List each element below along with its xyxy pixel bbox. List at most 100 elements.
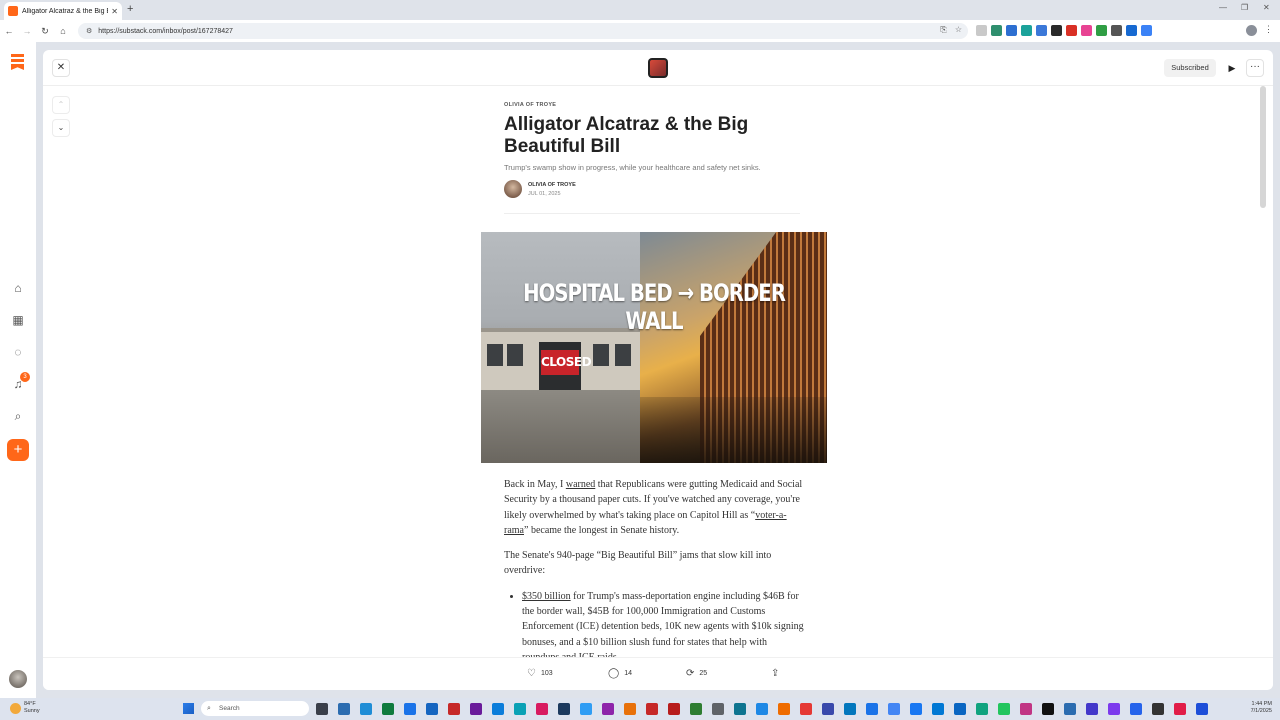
- taskbar-app-icon[interactable]: [932, 703, 944, 715]
- subscriptions-nav-icon[interactable]: ▦: [11, 313, 25, 327]
- system-clock[interactable]: 1:44 PM 7/1/2025: [1236, 701, 1272, 715]
- profile-avatar-icon[interactable]: [1246, 25, 1257, 36]
- taskbar-app-icon[interactable]: [602, 703, 614, 715]
- taskbar-app-icon[interactable]: [338, 703, 350, 715]
- taskbar-app-icon[interactable]: [492, 703, 504, 715]
- minimize-icon[interactable]: —: [1219, 3, 1227, 12]
- taskbar-app-icon[interactable]: [1108, 703, 1120, 715]
- browser-tab[interactable]: Alligator Alcatraz & the Big Beautiful B…: [4, 2, 122, 20]
- chat-nav-icon[interactable]: ◌: [11, 345, 25, 359]
- close-window-icon[interactable]: ✕: [1263, 3, 1270, 12]
- taskbar-app-icon[interactable]: [536, 703, 548, 715]
- taskbar-app-icon[interactable]: [910, 703, 922, 715]
- taskbar-app-icon[interactable]: [822, 703, 834, 715]
- taskbar-app-icon[interactable]: [1130, 703, 1142, 715]
- user-avatar[interactable]: [9, 670, 27, 688]
- taskbar-app-icon[interactable]: [1064, 703, 1076, 715]
- warned-link[interactable]: warned: [566, 479, 595, 490]
- browser-menu-icon[interactable]: ⋮: [1264, 24, 1273, 35]
- hero-image[interactable]: CLOSED HOSPITAL BED → BORDER WALL: [481, 232, 827, 463]
- extension-icon[interactable]: [1066, 25, 1077, 36]
- taskbar-app-icon[interactable]: [1042, 703, 1054, 715]
- taskbar-app-icon[interactable]: [514, 703, 526, 715]
- more-options-icon[interactable]: ···: [1246, 59, 1264, 77]
- funding-link[interactable]: $350 billion: [522, 591, 571, 602]
- next-post-icon[interactable]: ⌄: [52, 119, 70, 137]
- taskbar-app-icon[interactable]: [426, 703, 438, 715]
- taskbar-app-icon[interactable]: [558, 703, 570, 715]
- like-button[interactable]: ♡ 103: [527, 668, 553, 679]
- taskbar-app-icon[interactable]: [756, 703, 768, 715]
- compose-plus-icon[interactable]: +: [7, 439, 29, 461]
- forward-icon[interactable]: →: [18, 26, 36, 36]
- taskbar-app-icon[interactable]: [1020, 703, 1032, 715]
- taskbar-app-icon[interactable]: [448, 703, 460, 715]
- taskbar-app-icon[interactable]: [712, 703, 724, 715]
- extension-icon[interactable]: [1081, 25, 1092, 36]
- bookmark-star-icon[interactable]: ☆: [955, 25, 962, 35]
- scrollbar-thumb[interactable]: [1260, 86, 1266, 208]
- extension-icon[interactable]: [1096, 25, 1107, 36]
- back-icon[interactable]: ←: [0, 26, 18, 36]
- close-tab-icon[interactable]: ✕: [111, 7, 118, 16]
- taskbar-app-icon[interactable]: [998, 703, 1010, 715]
- extension-icon[interactable]: [1021, 25, 1032, 36]
- new-tab-icon[interactable]: +: [127, 3, 133, 15]
- search-icon: ⌕: [207, 705, 211, 712]
- extension-icon[interactable]: [1111, 25, 1122, 36]
- extension-icon[interactable]: [1126, 25, 1137, 36]
- taskbar-search[interactable]: ⌕ Search: [201, 701, 309, 716]
- restore-icon[interactable]: ❐: [1241, 3, 1248, 12]
- taskbar-app-icon[interactable]: [690, 703, 702, 715]
- taskbar-app-icon[interactable]: [976, 703, 988, 715]
- taskbar-app-icon[interactable]: [778, 703, 790, 715]
- site-info-icon[interactable]: ⚙: [86, 27, 92, 35]
- taskbar-app-icon[interactable]: [668, 703, 680, 715]
- substack-logo-icon[interactable]: [11, 54, 24, 70]
- taskbar-app-icon[interactable]: [316, 703, 328, 715]
- windows-start-icon[interactable]: [183, 703, 194, 714]
- taskbar-app-icon[interactable]: [866, 703, 878, 715]
- extension-icon[interactable]: [991, 25, 1002, 36]
- extension-icon[interactable]: [976, 25, 987, 36]
- taskbar-app-icon[interactable]: [800, 703, 812, 715]
- comment-button[interactable]: ◯ 14: [608, 668, 632, 679]
- taskbar-app-icon[interactable]: [888, 703, 900, 715]
- extension-icon[interactable]: [1006, 25, 1017, 36]
- taskbar-app-icon[interactable]: [624, 703, 636, 715]
- restack-button[interactable]: ⟳ 25: [686, 668, 707, 679]
- address-bar[interactable]: ⚙ https://substack.com/inbox/post/167278…: [78, 23, 968, 39]
- taskbar-app-icon[interactable]: [580, 703, 592, 715]
- extension-icon[interactable]: [1141, 25, 1152, 36]
- parking-lot: [481, 390, 640, 463]
- install-app-icon[interactable]: ⎘: [940, 25, 946, 35]
- taskbar-app-icon[interactable]: [1174, 703, 1186, 715]
- play-audio-icon[interactable]: ▶: [1223, 59, 1241, 77]
- subscribed-button[interactable]: Subscribed: [1164, 59, 1216, 77]
- author-name[interactable]: OLIVIA OF TROYE: [528, 182, 576, 188]
- home-icon[interactable]: ⌂: [54, 26, 72, 36]
- search-nav-icon[interactable]: ⌕: [11, 409, 25, 423]
- publication-logo[interactable]: [648, 58, 668, 78]
- taskbar-app-icon[interactable]: [646, 703, 658, 715]
- share-button[interactable]: ⇪: [771, 668, 779, 679]
- reload-icon[interactable]: ↻: [36, 26, 54, 37]
- extension-icon[interactable]: [1051, 25, 1062, 36]
- taskbar-app-icon[interactable]: [404, 703, 416, 715]
- close-post-icon[interactable]: ✕: [52, 59, 70, 77]
- author-avatar[interactable]: [504, 180, 522, 198]
- taskbar-app-icon[interactable]: [734, 703, 746, 715]
- taskbar-app-icon[interactable]: [1086, 703, 1098, 715]
- publication-name[interactable]: OLIVIA OF TROYE: [504, 102, 800, 108]
- taskbar-app-icon[interactable]: [1152, 703, 1164, 715]
- weather-widget[interactable]: 84°F Sunny: [10, 701, 40, 715]
- home-nav-icon[interactable]: ⌂: [11, 281, 25, 295]
- taskbar-app-icon[interactable]: [470, 703, 482, 715]
- taskbar-app-icon[interactable]: [360, 703, 372, 715]
- previous-post-icon[interactable]: ⌃: [52, 96, 70, 114]
- extension-icon[interactable]: [1036, 25, 1047, 36]
- taskbar-app-icon[interactable]: [844, 703, 856, 715]
- taskbar-app-icon[interactable]: [1196, 703, 1208, 715]
- taskbar-app-icon[interactable]: [382, 703, 394, 715]
- taskbar-app-icon[interactable]: [954, 703, 966, 715]
